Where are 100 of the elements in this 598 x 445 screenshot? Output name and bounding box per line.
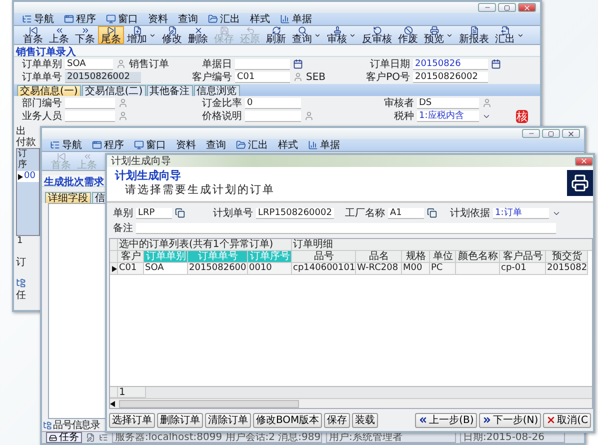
calendar-icon[interactable] (491, 59, 501, 69)
action-button[interactable]: 删除订单 (157, 412, 203, 428)
column-header[interactable]: 单位 (430, 251, 456, 263)
menu-item[interactable]: 资料 (148, 12, 168, 26)
menu-item[interactable]: 汇出 (208, 12, 240, 26)
menu-item[interactable]: 样式 (278, 138, 298, 152)
toolbar-button[interactable]: 首条 (20, 26, 46, 44)
input-field[interactable] (245, 110, 301, 122)
close-button[interactable] (562, 129, 580, 138)
person-icon[interactable] (116, 59, 126, 69)
menu-item[interactable]: 程序 (64, 12, 96, 26)
menu-item[interactable]: 程序 (92, 138, 124, 152)
input-field[interactable]: LRP (136, 208, 172, 218)
lookup-icon[interactable] (427, 208, 437, 218)
tab[interactable]: 交易信息(二) (82, 85, 146, 96)
input-field[interactable]: 1:订单 (493, 208, 549, 218)
menu-item[interactable]: 单据 (308, 138, 340, 152)
close-button[interactable] (575, 156, 593, 166)
horizontal-scrollbar[interactable] (110, 398, 592, 408)
tab[interactable]: 其他备注 (146, 85, 193, 96)
toolbar-button[interactable]: 增加 (124, 26, 159, 44)
column-header[interactable]: 品号 (292, 251, 356, 263)
input-field[interactable]: 0 (245, 98, 301, 108)
toolbar-button[interactable]: 汇出 (492, 26, 527, 44)
tab[interactable]: 交易信息(一) (17, 85, 81, 96)
field-label: 税种 (393, 110, 414, 123)
tab[interactable]: 信息浏览 (194, 85, 240, 96)
search-icon (298, 26, 306, 35)
toolbar-button[interactable]: 删除 (185, 26, 211, 44)
column-header[interactable]: 品名 (356, 251, 402, 263)
toolbar-button[interactable]: 预览 (421, 26, 456, 44)
bottom-tab[interactable]: 品号信息录 (53, 420, 100, 430)
input-field[interactable] (65, 110, 115, 122)
task-label[interactable]: 任 (16, 290, 40, 301)
person-icon[interactable] (118, 111, 128, 121)
menu-item[interactable]: 单据 (280, 12, 312, 26)
toolbar-button[interactable]: 上条 (46, 26, 72, 44)
pen-icon[interactable] (86, 433, 95, 442)
column-header[interactable]: 颜色名称 (456, 251, 500, 263)
input-field[interactable]: 20150826 (413, 58, 488, 70)
wizard-button[interactable]: 下一步(N) (478, 412, 542, 428)
input-field[interactable]: A1 (388, 208, 424, 218)
column-header[interactable]: 客户 (118, 251, 144, 263)
task-button[interactable]: 任务 (46, 432, 82, 443)
menu-item[interactable]: 导航 (50, 138, 82, 152)
person-icon[interactable] (482, 98, 492, 108)
dialog-title: 计划生成向导 (111, 156, 171, 166)
action-button[interactable]: 保存 (324, 412, 350, 428)
toolbar-button[interactable]: 审核 (324, 26, 359, 44)
app-window-icon (64, 14, 74, 24)
menu-item[interactable]: 窗口 (134, 138, 166, 152)
menu-item[interactable]: 查询 (206, 138, 226, 152)
lookup-icon[interactable] (175, 208, 185, 218)
table-cell: 2015082600 (188, 263, 248, 275)
menu-item[interactable]: 窗口 (106, 12, 138, 26)
toolbar-button[interactable]: 查询 (289, 26, 324, 44)
maximize-button[interactable] (498, 3, 516, 12)
action-button[interactable]: 修改BOM版本 (253, 412, 322, 428)
remark-field[interactable] (136, 222, 556, 234)
toolbar-button[interactable]: 下条 (72, 26, 98, 44)
close-icon (523, 4, 531, 12)
column-header[interactable]: 预交货 (546, 251, 588, 263)
wizard-button[interactable]: 取消(C (543, 412, 591, 428)
field-label: 订单单别 (22, 58, 62, 71)
input-field[interactable]: DS (417, 98, 479, 108)
toolbar-button[interactable]: 新报表 (456, 26, 492, 44)
column-header[interactable]: 客户品号 (500, 251, 546, 263)
input-field[interactable]: SOA (65, 58, 113, 70)
menu-item[interactable]: 资料 (176, 138, 196, 152)
input-field[interactable]: C01 (235, 72, 290, 82)
toolbar-button[interactable]: 尾条 (98, 26, 124, 44)
menu-item[interactable]: 汇出 (236, 138, 268, 152)
input-field[interactable] (65, 98, 115, 108)
scroll-thumb[interactable] (119, 400, 299, 408)
menu-item[interactable]: 查询 (178, 12, 198, 26)
person-icon[interactable] (118, 98, 128, 108)
menu-item[interactable]: 样式 (250, 12, 270, 26)
input-field[interactable]: 1:应税内含 (417, 110, 479, 122)
toolbar-button[interactable]: 作废 (395, 26, 421, 44)
input-field[interactable] (235, 58, 290, 70)
action-button[interactable]: 选择订单 (109, 412, 155, 428)
close-button[interactable] (518, 3, 536, 12)
wizard-button[interactable]: 上一步(B) (415, 412, 477, 428)
column-header[interactable]: 规格 (402, 251, 430, 263)
calendar-icon[interactable] (293, 59, 303, 69)
maximize-button[interactable] (542, 129, 560, 138)
action-button[interactable]: 清除订单 (205, 412, 251, 428)
grid-row[interactable]: 00 (17, 171, 39, 182)
tab[interactable]: 详细字段 (45, 192, 91, 203)
toolbar-button[interactable]: 修改 (159, 26, 185, 44)
action-button[interactable]: 装载 (352, 412, 378, 428)
input-field[interactable]: 20150826002 (413, 72, 488, 82)
person-icon[interactable] (304, 111, 314, 121)
input-field[interactable]: 20150826002 (65, 72, 141, 82)
toolbar-button[interactable]: 反审核 (359, 26, 395, 44)
input-field[interactable]: LRP1508260002 (256, 208, 334, 218)
toolbar-button[interactable]: 刷新 (263, 26, 289, 44)
tree-icon[interactable] (99, 433, 108, 442)
approve-stamp[interactable]: 核 (516, 110, 528, 122)
menu-item[interactable]: 导航 (22, 12, 54, 26)
